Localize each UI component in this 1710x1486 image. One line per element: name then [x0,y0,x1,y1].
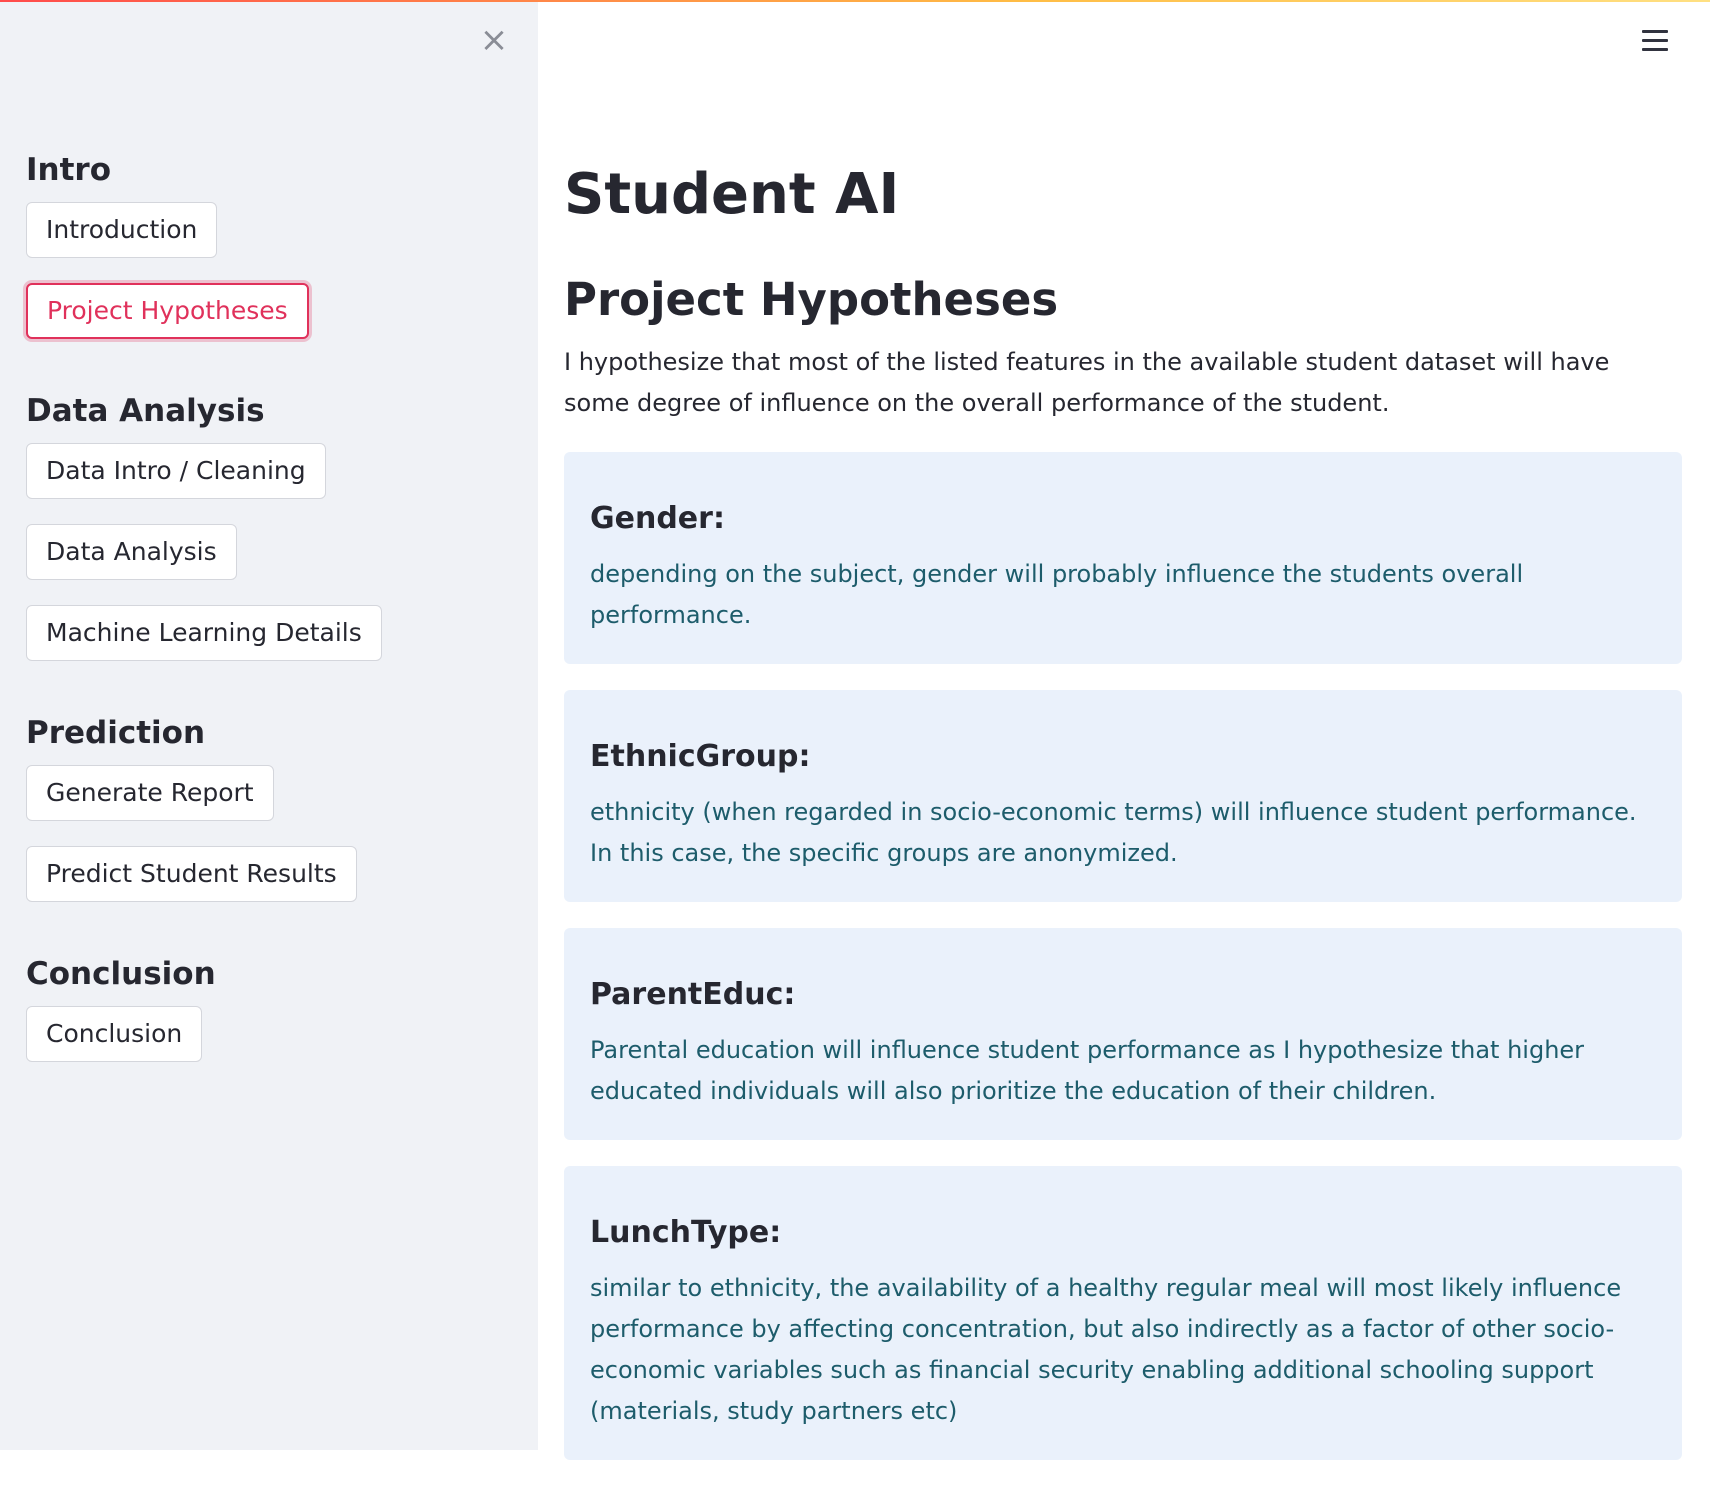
introduction-button[interactable]: Introduction [26,202,218,258]
card-title: ParentEduc: [590,977,796,1012]
sidebar-navigation: Intro Introduction Project Hypotheses Da… [26,150,516,1114]
data-analysis-button[interactable]: Data Analysis [26,524,237,580]
sidebar-section-title: Data Analysis [26,393,265,429]
close-sidebar-icon[interactable]: × [478,23,510,57]
card-title: EthnicGroup: [590,739,811,774]
predict-student-results-button[interactable]: Predict Student Results [26,846,357,902]
main-content: Student AI Project Hypotheses I hypothes… [564,160,1682,1486]
main-content-area: Student AI Project Hypotheses I hypothes… [538,0,1710,1460]
project-hypotheses-button[interactable]: Project Hypotheses [26,283,309,339]
sidebar-section-title: Intro [26,152,112,188]
sidebar-section-title: Conclusion [26,956,216,992]
hypothesis-card-gender: Gender: depending on the subject, gender… [564,452,1682,664]
sidebar-section-title: Prediction [26,715,206,751]
sidebar: × Intro Introduction Project Hypotheses … [0,0,538,1450]
page-subtitle: Project Hypotheses [564,273,1059,326]
top-decoration-stripe [0,0,1710,2]
conclusion-button[interactable]: Conclusion [26,1006,203,1062]
card-title: Gender: [590,501,725,536]
hypothesis-card-ethnic-group: EthnicGroup: ethnicity (when regarded in… [564,690,1682,902]
sidebar-section-data-analysis: Data Analysis Data Intro / Cleaning Data… [26,391,516,661]
card-text: similar to ethnicity, the availability o… [590,1274,1622,1425]
card-text: Parental education will influence studen… [590,1036,1585,1105]
hamburger-menu-icon[interactable] [1642,30,1668,52]
hypothesis-card-parent-educ: ParentEduc: Parental education will infl… [564,928,1682,1140]
generate-report-button[interactable]: Generate Report [26,765,274,821]
data-intro-cleaning-button[interactable]: Data Intro / Cleaning [26,443,326,499]
machine-learning-details-button[interactable]: Machine Learning Details [26,605,382,661]
card-text: ethnicity (when regarded in socio-econom… [590,798,1637,867]
sidebar-section-intro: Intro Introduction Project Hypotheses [26,150,516,339]
sidebar-section-conclusion: Conclusion Conclusion [26,954,516,1062]
card-text: depending on the subject, gender will pr… [590,560,1524,629]
card-title: LunchType: [590,1215,782,1250]
sidebar-section-prediction: Prediction Generate Report Predict Stude… [26,713,516,902]
page-title: Student AI [564,162,900,227]
hypothesis-card-lunch-type: LunchType: similar to ethnicity, the ava… [564,1166,1682,1460]
intro-paragraph: I hypothesize that most of the listed fe… [564,348,1610,417]
